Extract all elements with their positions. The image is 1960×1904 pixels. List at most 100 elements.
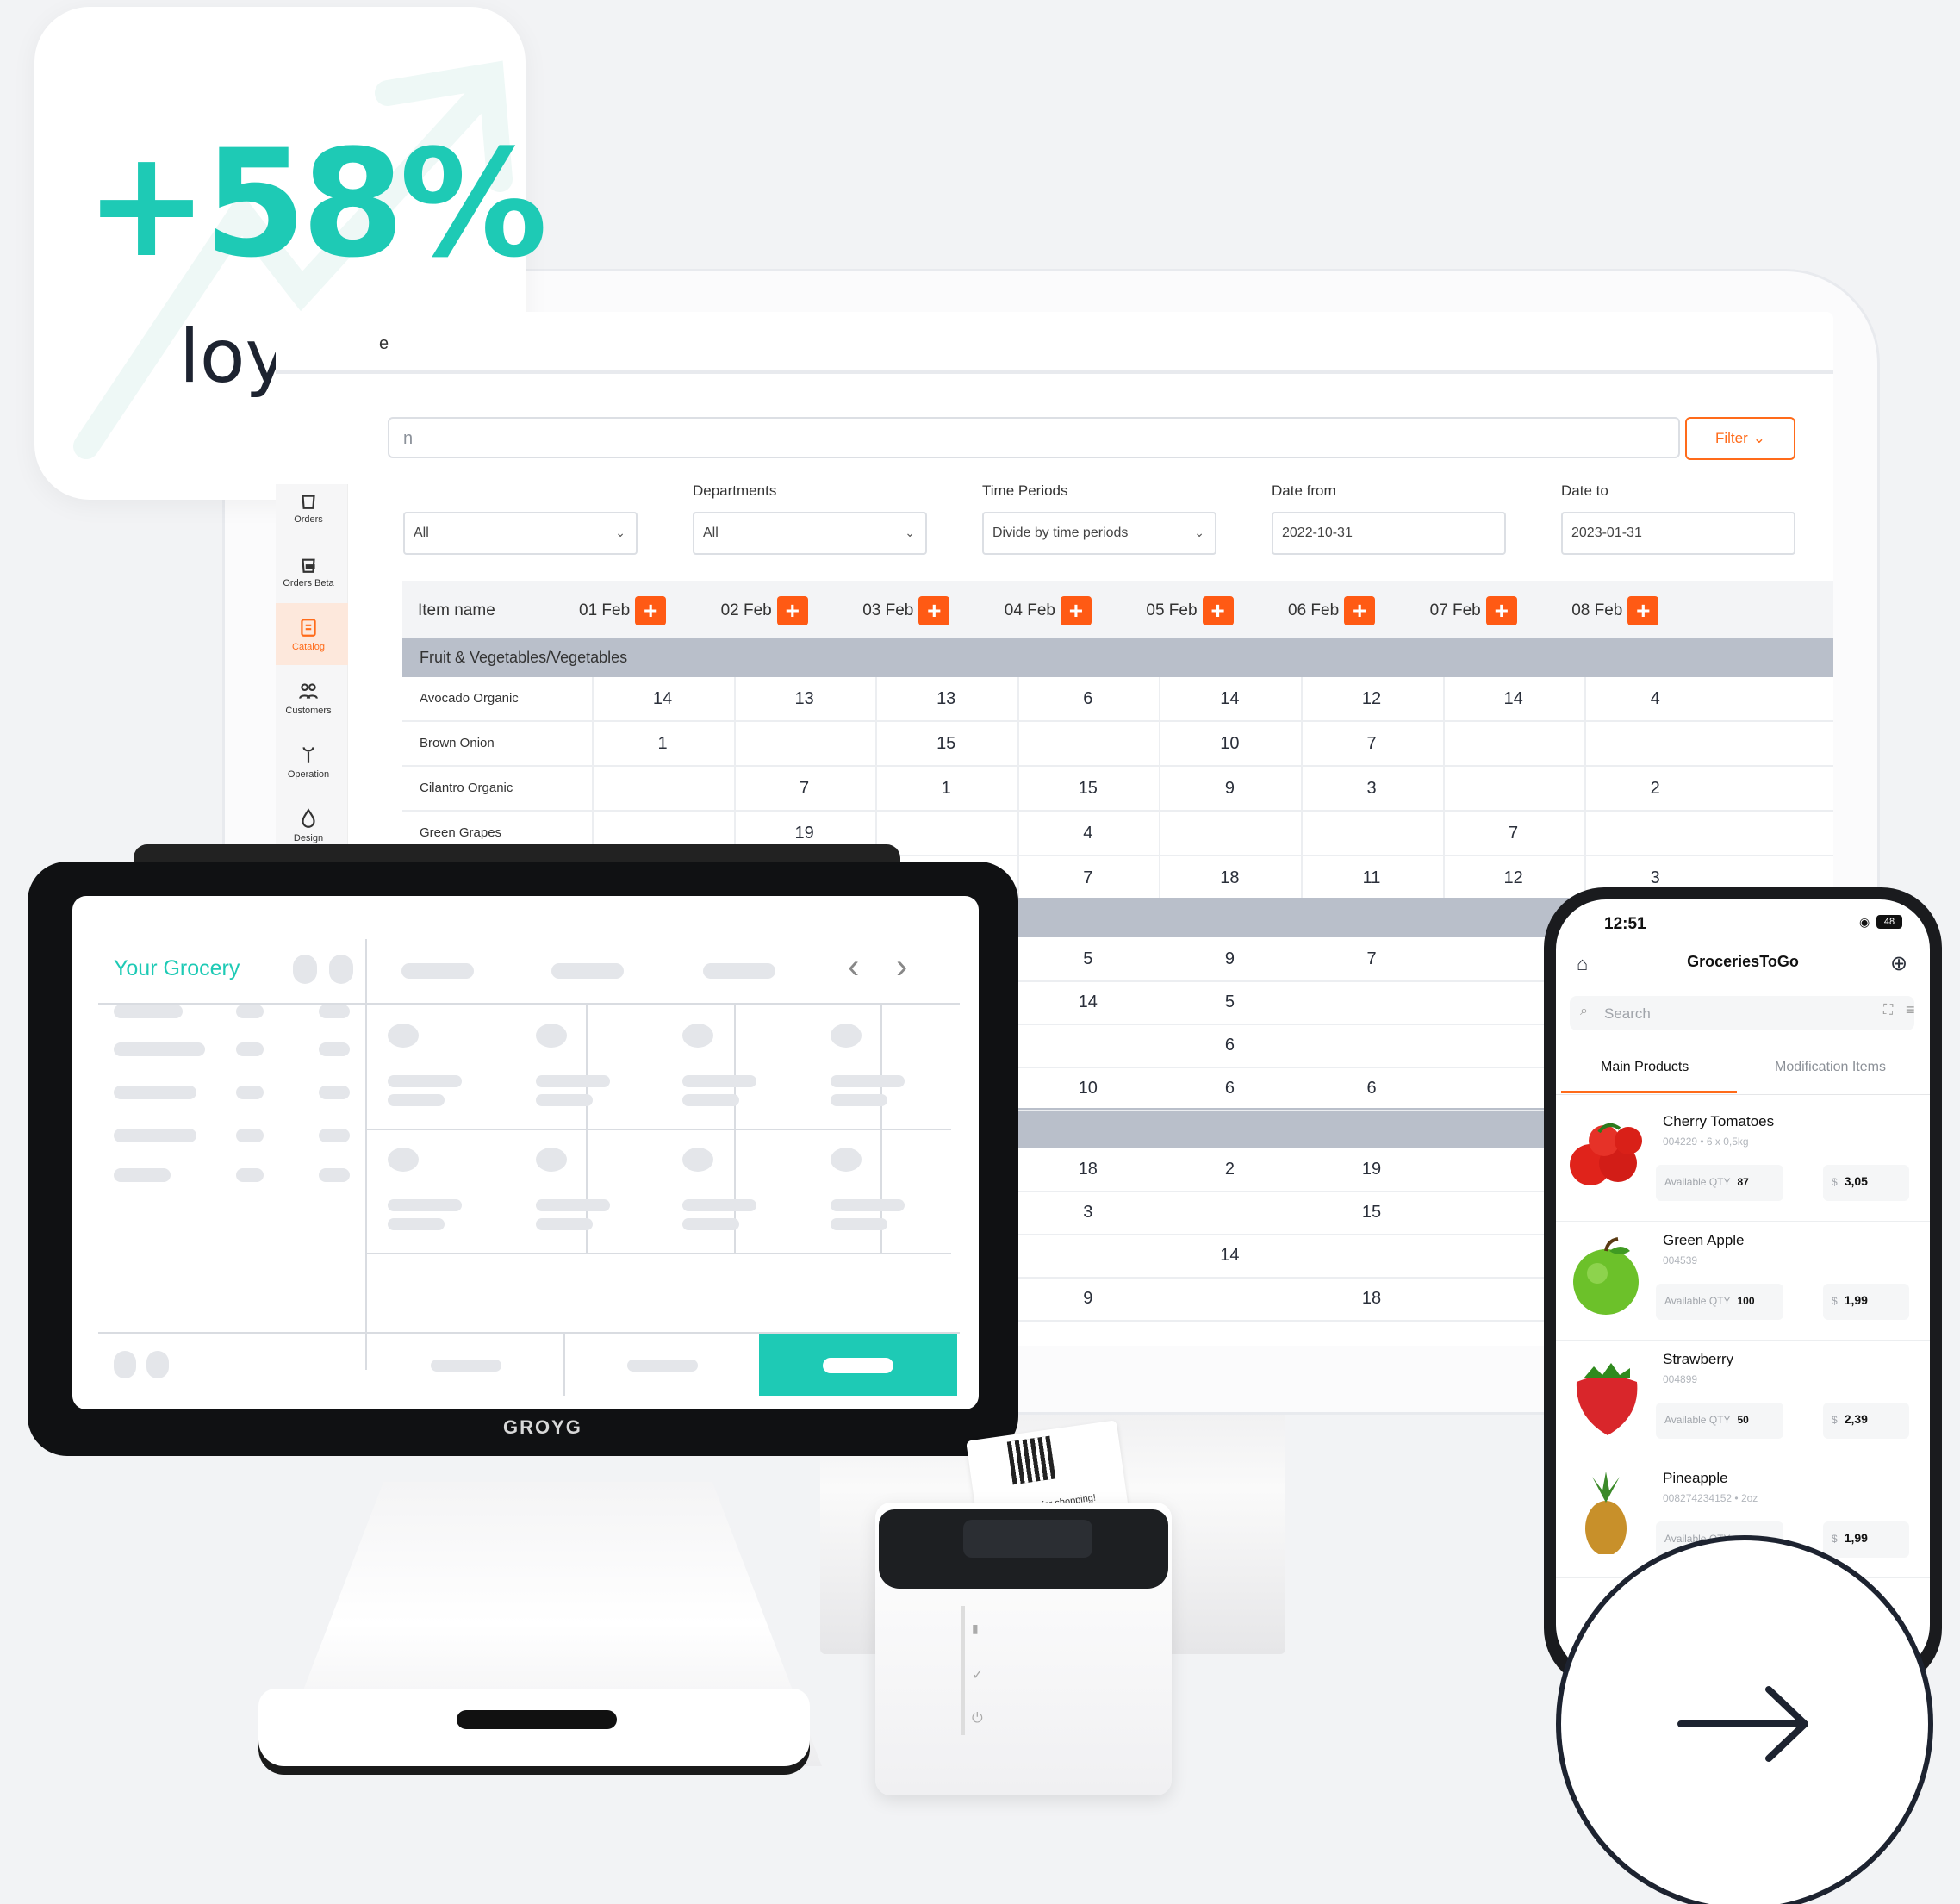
sidebar-label: Operation (287, 769, 330, 780)
table-cell[interactable]: 9 (1017, 1289, 1159, 1309)
table-cell[interactable]: 14 (1443, 689, 1584, 709)
table-cell[interactable]: 3 (1017, 1203, 1159, 1223)
currency: $ (1832, 1295, 1838, 1307)
table-cell[interactable]: 14 (1159, 1246, 1300, 1266)
table-cell[interactable]: 12 (1443, 868, 1584, 888)
date-from-input[interactable]: 2022-10-31 (1272, 512, 1506, 555)
table-cell[interactable]: 7 (1443, 824, 1584, 843)
table-cell[interactable]: 9 (1159, 949, 1300, 969)
table-cell[interactable]: 9 (1159, 779, 1300, 799)
product-item[interactable]: Green Apple 004539 Available QTY 100 $1,99 (1556, 1222, 1930, 1341)
search-text: n (403, 429, 414, 448)
table-cell[interactable]: 14 (592, 689, 733, 709)
chevron-left-icon[interactable]: ‹ (848, 948, 859, 986)
add-date-icon[interactable]: + (635, 596, 667, 625)
pos-tab[interactable] (401, 963, 474, 979)
sidebar-item-customers[interactable]: Customers (276, 667, 348, 729)
pos-action[interactable] (431, 1360, 501, 1372)
table-cell[interactable]: 14 (1017, 992, 1159, 1012)
pos-list-placeholder (114, 1005, 183, 1018)
table-cell[interactable]: 4 (1017, 824, 1159, 843)
input-value: 2022-10-31 (1282, 526, 1353, 540)
add-date-icon[interactable]: + (1344, 596, 1376, 625)
tab-main-products[interactable]: Main Products (1601, 1060, 1689, 1075)
pos-action[interactable] (627, 1360, 698, 1372)
table-cell[interactable]: 2 (1159, 1160, 1300, 1179)
table-cell[interactable]: 2 (1584, 779, 1726, 799)
table-cell[interactable]: 10 (1017, 1079, 1159, 1098)
table-cell[interactable]: 6 (1159, 1036, 1300, 1055)
table-cell[interactable]: 3 (1301, 779, 1442, 799)
table-cell[interactable]: 15 (875, 734, 1017, 754)
table-cell[interactable]: 18 (1159, 868, 1300, 888)
table-cell[interactable]: 13 (875, 689, 1017, 709)
add-date-icon[interactable]: + (918, 596, 950, 625)
table-cell[interactable]: 10 (1159, 734, 1300, 754)
table-cell[interactable]: 12 (1301, 689, 1442, 709)
sidebar-item-orders-beta[interactable]: Orders Beta (276, 539, 348, 601)
sidebar-item-catalog[interactable]: Catalog (276, 603, 348, 665)
table-cell[interactable]: 5 (1159, 992, 1300, 1012)
filter-icon[interactable]: ≡ (1906, 1001, 1915, 1019)
product-item[interactable]: Cherry Tomatoes 004229 • 6 x 0,5kg Availab… (1556, 1103, 1930, 1222)
departments-select[interactable]: All ⌄ (693, 512, 927, 555)
sidebar-item-orders[interactable]: Orders (276, 476, 348, 538)
table-cell[interactable]: 7 (1017, 868, 1159, 888)
pos-base-slot (457, 1710, 617, 1729)
pos-tab[interactable] (703, 963, 775, 979)
sidebar-label: Design (293, 833, 324, 843)
table-cell[interactable]: 7 (734, 779, 875, 799)
filter-button[interactable]: Filter ⌄ (1685, 417, 1795, 460)
search-input[interactable]: ⌕ Search ⛶ (1570, 996, 1914, 1030)
item-name: Avocado Organic (420, 691, 519, 706)
pos-tab[interactable] (551, 963, 624, 979)
table-cell[interactable]: 6 (1159, 1079, 1300, 1098)
table-cell[interactable]: 19 (1301, 1160, 1442, 1179)
table-cell[interactable]: 1 (592, 734, 733, 754)
chevron-down-icon: ⌄ (1752, 430, 1766, 446)
table-cell[interactable]: 15 (1017, 779, 1159, 799)
chevron-right-icon[interactable]: › (896, 948, 907, 986)
table-cell[interactable]: 3 (1584, 868, 1726, 888)
pay-button-label (823, 1358, 893, 1373)
scan-icon[interactable]: ⛶ (1883, 1003, 1893, 1018)
table-cell[interactable]: 15 (1301, 1203, 1442, 1223)
table-cell[interactable]: 7 (1301, 734, 1442, 754)
table-cell[interactable]: 6 (1301, 1079, 1442, 1098)
add-date-icon[interactable]: + (1485, 596, 1517, 625)
price-value: 1,99 (1844, 1293, 1868, 1307)
table-cell[interactable]: 4 (1584, 689, 1726, 709)
pos-product-placeholder (682, 1075, 756, 1087)
time-periods-select[interactable]: Divide by time periods ⌄ (982, 512, 1216, 555)
table-cell[interactable]: 6 (1017, 689, 1159, 709)
add-date-icon[interactable]: + (1060, 596, 1092, 625)
table-cell[interactable]: 5 (1017, 949, 1159, 969)
category-select[interactable]: All ⌄ (403, 512, 638, 555)
pos-pay-button[interactable] (759, 1334, 957, 1396)
bag-icon (302, 495, 315, 509)
price-box: $3,05 (1823, 1165, 1909, 1201)
add-date-icon[interactable]: + (1202, 596, 1234, 625)
date-to-input[interactable]: 2023-01-31 (1561, 512, 1795, 555)
product-item[interactable]: Strawberry 004899 Available QTY 50 $2,39 (1556, 1341, 1930, 1459)
table-cell[interactable]: 18 (1017, 1160, 1159, 1179)
add-icon[interactable]: ⊕ (1890, 951, 1907, 976)
table-cell[interactable]: 18 (1301, 1289, 1442, 1309)
power-icon[interactable]: ⏻ (972, 1711, 983, 1727)
pos-product-placeholder (831, 1148, 862, 1172)
tab-modification-items[interactable]: Modification Items (1775, 1060, 1886, 1075)
table-cell[interactable]: 14 (1159, 689, 1300, 709)
sidebar-item-operation[interactable]: Operation (276, 731, 348, 793)
table-cell[interactable]: 1 (875, 779, 1017, 799)
table-cell[interactable]: 13 (734, 689, 875, 709)
add-date-icon[interactable]: + (776, 596, 808, 625)
next-button[interactable] (1556, 1535, 1933, 1904)
wrench-icon (302, 747, 314, 763)
printer-feed-button[interactable] (963, 1520, 1092, 1558)
table-cell[interactable]: 7 (1301, 949, 1442, 969)
departments-label: Departments (693, 482, 777, 499)
search-input[interactable]: n (388, 417, 1680, 458)
table-cell[interactable]: 11 (1301, 868, 1442, 888)
table-cell[interactable]: 19 (734, 824, 875, 843)
add-date-icon[interactable]: + (1627, 596, 1659, 625)
